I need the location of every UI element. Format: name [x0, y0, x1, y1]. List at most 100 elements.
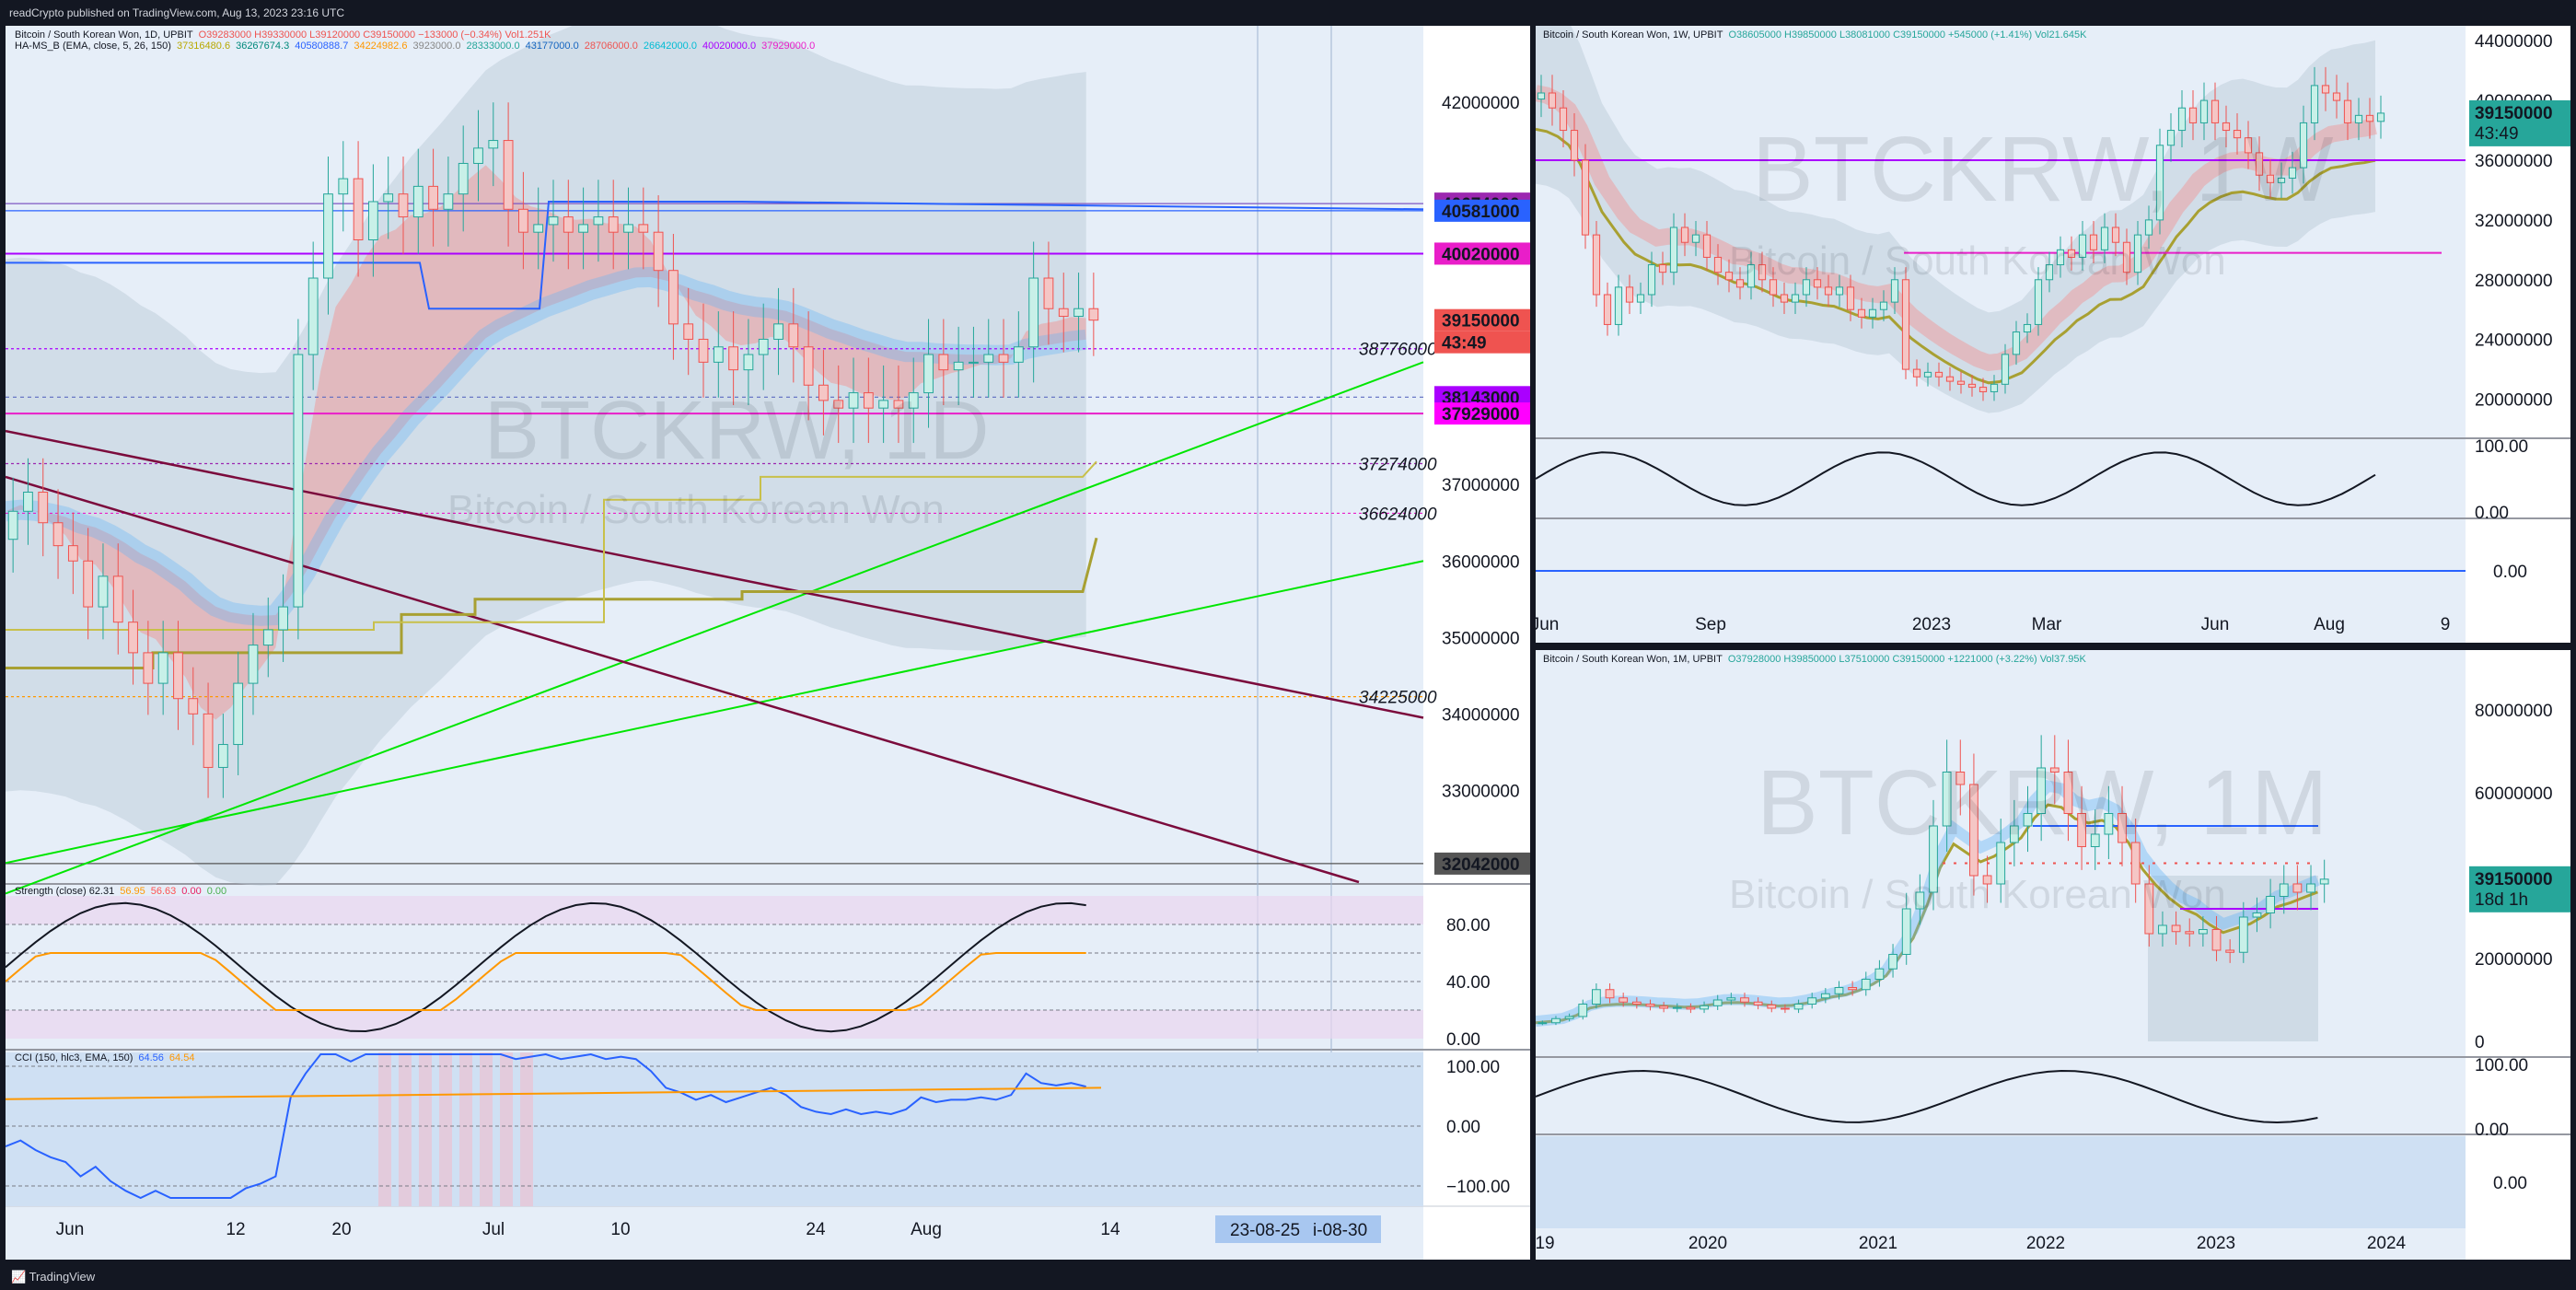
monthly-candle	[1888, 954, 1897, 970]
weekly-chart-svg[interactable]: BTCKRW, 1W Bitcoin / South Korean Won 4400…	[1536, 26, 2570, 643]
level-label: 36624000	[1359, 505, 1437, 524]
monthly-candle	[1726, 997, 1736, 1001]
x-tick-label: 20	[331, 1220, 351, 1239]
monthly-candle	[2185, 931, 2195, 935]
cci-legend: CCI (150, hlc3, EMA, 150) 64.56 64.54	[15, 1052, 200, 1063]
daily-candle	[38, 492, 49, 524]
weekly-candle	[1978, 387, 1988, 392]
weekly-candle	[1901, 279, 1910, 370]
daily-candle	[23, 492, 33, 512]
monthly-candle	[1551, 1017, 1561, 1024]
weekly-candle	[1868, 308, 1877, 318]
x-tick-label: Jul	[482, 1220, 505, 1239]
monthly-candle	[2266, 896, 2275, 913]
daily-watermark-subtitle: Bitcoin / South Korean Won	[447, 487, 945, 532]
monthly-candle	[1753, 1001, 1763, 1005]
strength-tick-label: 100.00	[2475, 437, 2528, 457]
daily-ha-value: 34224982.6	[354, 41, 408, 52]
monthly-candle	[2292, 883, 2303, 893]
monthly-candle	[1700, 1005, 1709, 1010]
cci-highlight	[500, 1052, 513, 1206]
weekly-candle	[1603, 294, 1612, 325]
monthly-chart-pane[interactable]: BTCKRW, 1M Bitcoin / South Korean Won 8000…	[1536, 650, 2570, 1260]
x-tick-label: Jun	[1536, 615, 1559, 634]
strength-legend-value: 56.95	[120, 886, 145, 897]
daily-ha-value: 36267674.3	[236, 41, 290, 52]
daily-chart-pane[interactable]: BTCKRW, 1D Bitcoin / South Korean Won 4200…	[6, 26, 1530, 1260]
daily-candle	[338, 178, 349, 195]
weekly-candle	[2023, 323, 2032, 333]
monthly-ohlc-label: O37928000 H39850000 L37510000 C39150000 …	[1727, 654, 2086, 665]
daily-ha-value: 3923000.0	[412, 41, 461, 52]
monthly-watermark-title: BTCKRW, 1M	[1757, 751, 2327, 854]
monthly-candle	[2225, 949, 2235, 953]
weekly-candle	[1614, 286, 1623, 325]
price-tick-label: 20000000	[2475, 391, 2553, 411]
daily-chart-svg[interactable]: BTCKRW, 1D Bitcoin / South Korean Won 4200…	[6, 26, 1530, 1260]
price-tick-label: 37000000	[1442, 476, 1520, 495]
daily-candle	[983, 354, 994, 363]
monthly-candle	[1592, 989, 1601, 1005]
daily-candle	[518, 208, 528, 233]
cci-legend-value: 64.56	[138, 1052, 164, 1063]
monthly-chart-svg[interactable]: BTCKRW, 1M Bitcoin / South Korean Won 8000…	[1536, 650, 2570, 1260]
weekly-candle	[1846, 286, 1855, 310]
daily-candle	[67, 545, 78, 562]
daily-candle	[143, 652, 154, 684]
monthly-candle	[2211, 929, 2222, 951]
strength-line	[1536, 1069, 2318, 1124]
weekly-candle	[2354, 114, 2363, 123]
weekly-candle	[1824, 286, 1833, 296]
daily-ha-value: 40580888.7	[295, 41, 349, 52]
price-tag-label: 40581000	[1442, 203, 1520, 222]
monthly-candle	[1712, 999, 1723, 1006]
cci-highlight	[480, 1052, 493, 1206]
strength-tick-label: 0.00	[2475, 504, 2509, 523]
weekly-chart-pane[interactable]: BTCKRW, 1W Bitcoin / South Korean Won 4400…	[1536, 26, 2570, 643]
monthly-candle	[2171, 924, 2181, 933]
daily-ha-value: 37316480.6	[176, 41, 231, 52]
weekly-candle	[1625, 286, 1634, 303]
price-tag-label: 39150000	[1442, 312, 1520, 331]
daily-candle	[443, 193, 454, 210]
daily-candle	[1028, 277, 1039, 348]
daily-candle	[1073, 308, 1084, 318]
monthly-candle	[2306, 883, 2315, 893]
cci-highlight	[520, 1052, 533, 1206]
monthly-candle	[1848, 987, 1858, 991]
daily-candle	[758, 338, 769, 355]
weekly-candle	[1636, 294, 1645, 303]
monthly-legend: Bitcoin / South Korean Won, 1M, UPBIT O37…	[1543, 654, 2092, 665]
daily-candle	[173, 652, 183, 700]
x-tick-label: 2020	[1688, 1234, 1727, 1253]
monthly-candle	[2158, 924, 2167, 935]
daily-candle	[503, 140, 514, 210]
x-range-label: i-08-30	[1313, 1221, 1367, 1240]
weekly-candle	[1559, 107, 1568, 132]
x-tick-label: 2024	[2367, 1234, 2407, 1253]
strength-band	[6, 896, 1423, 924]
daily-ha-value: 28333000.0	[466, 41, 520, 52]
daily-candle	[788, 323, 799, 348]
weekly-candle	[1713, 256, 1723, 273]
monthly-candle	[1659, 1005, 1669, 1009]
daily-candle	[1043, 277, 1054, 309]
x-tick-label: 2023	[1912, 615, 1951, 634]
price-tick-label: 42000000	[1442, 94, 1520, 113]
weekly-candle	[1990, 383, 1999, 392]
monthly-candle	[1672, 1006, 1682, 1009]
weekly-candle	[1658, 264, 1667, 273]
weekly-candle	[1857, 308, 1866, 318]
daily-candle	[728, 346, 739, 371]
daily-candle	[398, 193, 409, 218]
cci-highlight	[399, 1052, 412, 1206]
daily-candle	[563, 216, 574, 233]
monthly-candle	[1631, 1001, 1642, 1005]
daily-symbol-label: Bitcoin / South Korean Won, 1D, UPBIT	[15, 29, 193, 41]
weekly-ohlc-label: O38605000 H39850000 L38081000 C39150000 …	[1728, 29, 2087, 41]
price-tag-label: 39150000	[2475, 870, 2553, 889]
daily-candle	[803, 346, 814, 386]
cci-highlight	[419, 1052, 432, 1206]
weekly-candle	[1691, 234, 1700, 243]
monthly-candle	[1834, 987, 1844, 994]
